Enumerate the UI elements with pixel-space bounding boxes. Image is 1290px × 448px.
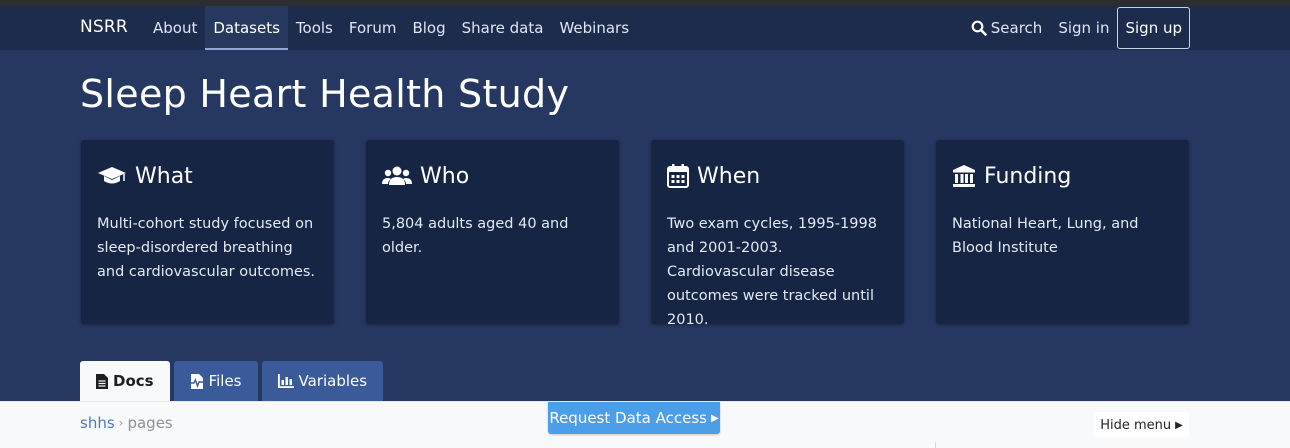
summary-cards: What Multi-cohort study focused on sleep… bbox=[81, 140, 1189, 328]
request-data-access-label: Request Data Access bbox=[549, 409, 707, 427]
card-body: National Heart, Lung, and Blood Institut… bbox=[952, 216, 1139, 256]
card-body: Multi-cohort study focused on sleep-diso… bbox=[97, 216, 316, 280]
nav-link-webinars[interactable]: Webinars bbox=[551, 6, 637, 50]
breadcrumb-separator: › bbox=[118, 416, 124, 430]
bar-chart-icon bbox=[277, 374, 294, 388]
breadcrumb: shhs › pages bbox=[80, 414, 173, 432]
breadcrumb-current: pages bbox=[127, 414, 173, 432]
request-data-access-button[interactable]: Request Data Access ▶ bbox=[548, 402, 720, 434]
tab-label: Docs bbox=[113, 372, 154, 390]
brand-logo[interactable]: NSRR bbox=[80, 17, 128, 37]
search-icon bbox=[971, 20, 987, 36]
sign-up-button[interactable]: Sign up bbox=[1117, 7, 1190, 49]
card-title: Who bbox=[420, 163, 470, 189]
divider bbox=[935, 442, 936, 448]
card-what: What Multi-cohort study focused on sleep… bbox=[81, 140, 334, 324]
nav-link-datasets[interactable]: Datasets bbox=[205, 6, 288, 50]
tab-docs[interactable]: Docs bbox=[80, 361, 170, 401]
card-title: Funding bbox=[984, 163, 1072, 189]
card-title: When bbox=[697, 163, 761, 189]
breadcrumb-root-link[interactable]: shhs bbox=[80, 414, 115, 432]
tab-files[interactable]: Files bbox=[173, 361, 258, 401]
tab-variables[interactable]: Variables bbox=[261, 361, 384, 401]
hide-menu-label: Hide menu bbox=[1100, 417, 1172, 433]
university-icon bbox=[953, 165, 975, 187]
calendar-icon bbox=[667, 164, 689, 188]
search-link[interactable]: Search bbox=[971, 19, 1043, 37]
card-title: What bbox=[135, 163, 193, 189]
nav-link-share-data[interactable]: Share data bbox=[454, 6, 552, 50]
nav-right: Search Sign in Sign up bbox=[971, 6, 1190, 50]
card-body: Two exam cycles, 1995-1998 and 2001-2003… bbox=[667, 216, 877, 328]
nav-link-forum[interactable]: Forum bbox=[341, 6, 405, 50]
nav-links: About Datasets Tools Forum Blog Share da… bbox=[145, 6, 637, 50]
dataset-hero: Sleep Heart Health Study What Multi-coho… bbox=[0, 50, 1290, 401]
caret-right-icon: ▶ bbox=[1175, 419, 1183, 431]
hide-menu-button[interactable]: Hide menu ▶ bbox=[1094, 412, 1189, 438]
nav-link-about[interactable]: About bbox=[145, 6, 205, 50]
dataset-tabs: Docs Files Variables bbox=[80, 361, 387, 401]
tab-label: Files bbox=[208, 372, 242, 390]
card-funding: Funding National Heart, Lung, and Blood … bbox=[936, 140, 1189, 324]
nav-link-blog[interactable]: Blog bbox=[404, 6, 453, 50]
nav-link-tools[interactable]: Tools bbox=[288, 6, 341, 50]
file-icon bbox=[96, 373, 108, 389]
page-title: Sleep Heart Health Study bbox=[80, 72, 570, 116]
caret-right-icon: ▶ bbox=[710, 412, 719, 424]
card-body: 5,804 adults aged 40 and older. bbox=[382, 216, 569, 256]
users-icon bbox=[382, 166, 412, 185]
top-navbar: NSRR About Datasets Tools Forum Blog Sha… bbox=[0, 6, 1290, 50]
search-label: Search bbox=[990, 19, 1043, 37]
tab-label: Variables bbox=[298, 372, 368, 390]
content-subbar: shhs › pages Request Data Access ▶ Hide … bbox=[0, 401, 1290, 448]
sign-in-link[interactable]: Sign in bbox=[1058, 19, 1109, 37]
card-who: Who 5,804 adults aged 40 and older. bbox=[366, 140, 619, 324]
file-waveform-icon bbox=[190, 373, 203, 389]
graduation-cap-icon bbox=[98, 167, 126, 184]
card-when: When Two exam cycles, 1995-1998 and 2001… bbox=[651, 140, 904, 328]
